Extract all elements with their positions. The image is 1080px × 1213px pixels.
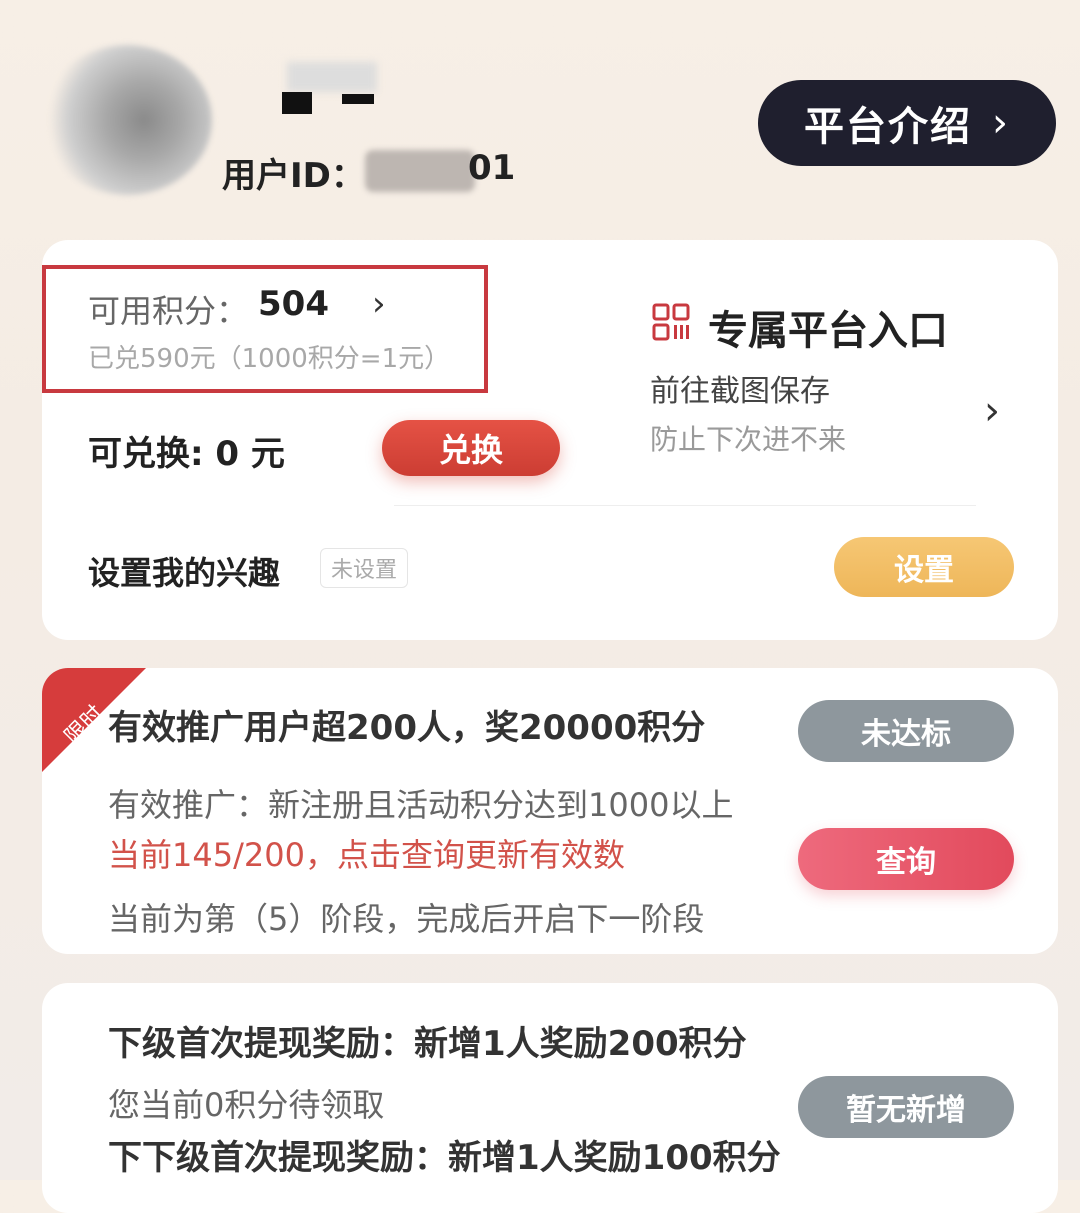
platform-entry-title[interactable]: 专属平台入口 bbox=[708, 298, 948, 356]
redeemed-note: 已兑590元（1000积分=1元） bbox=[88, 344, 451, 374]
divider bbox=[394, 505, 976, 506]
avatar[interactable] bbox=[42, 45, 212, 195]
qr-code-icon bbox=[652, 303, 690, 341]
set-interest-button[interactable]: 设置 bbox=[834, 537, 1014, 597]
withdraw-sub-reward-title: 下下级首次提现奖励：新增1人奖励100积分 bbox=[108, 1138, 781, 1178]
interest-label: 设置我的兴趣 bbox=[88, 554, 281, 592]
exchangeable-label: 可兑换: 0 元 bbox=[88, 434, 285, 474]
withdraw-reward-title: 下级首次提现奖励：新增1人奖励200积分 bbox=[108, 1024, 747, 1064]
promotion-current-progress[interactable]: 当前145/200，点击查询更新有效数 bbox=[108, 830, 625, 876]
available-points-value[interactable]: 504 bbox=[258, 284, 329, 324]
exchange-button[interactable]: 兑换 bbox=[382, 420, 560, 476]
promotion-title: 有效推广用户超200人，奖20000积分 bbox=[108, 708, 706, 748]
promotion-description: 有效推广：新注册且活动积分达到1000以上 bbox=[108, 786, 734, 824]
chevron-right-icon[interactable]: › bbox=[984, 388, 1000, 434]
query-button[interactable]: 查询 bbox=[798, 828, 1014, 890]
username-redacted bbox=[282, 62, 382, 114]
platform-intro-button[interactable]: 平台介绍 › bbox=[758, 80, 1056, 166]
platform-intro-label: 平台介绍 bbox=[804, 104, 972, 150]
available-points-label: 可用积分： bbox=[88, 292, 249, 330]
withdraw-pending: 您当前0积分待领取 bbox=[108, 1086, 385, 1124]
chevron-right-icon[interactable]: › bbox=[372, 284, 386, 324]
promotion-stage: 当前为第（5）阶段，完成后开启下一阶段 bbox=[108, 900, 705, 938]
chevron-right-icon: › bbox=[992, 100, 1010, 146]
platform-entry-subtitle: 前往截图保存 bbox=[650, 374, 830, 409]
no-new-button[interactable]: 暂无新增 bbox=[798, 1076, 1014, 1138]
not-met-button[interactable]: 未达标 bbox=[798, 700, 1014, 762]
user-id-label: 用户ID： bbox=[222, 156, 365, 196]
user-id-suffix: 01 bbox=[468, 148, 516, 188]
platform-entry-note: 防止下次进不来 bbox=[650, 423, 847, 456]
interest-status-badge: 未设置 bbox=[320, 548, 408, 588]
user-id-redacted bbox=[365, 150, 475, 192]
